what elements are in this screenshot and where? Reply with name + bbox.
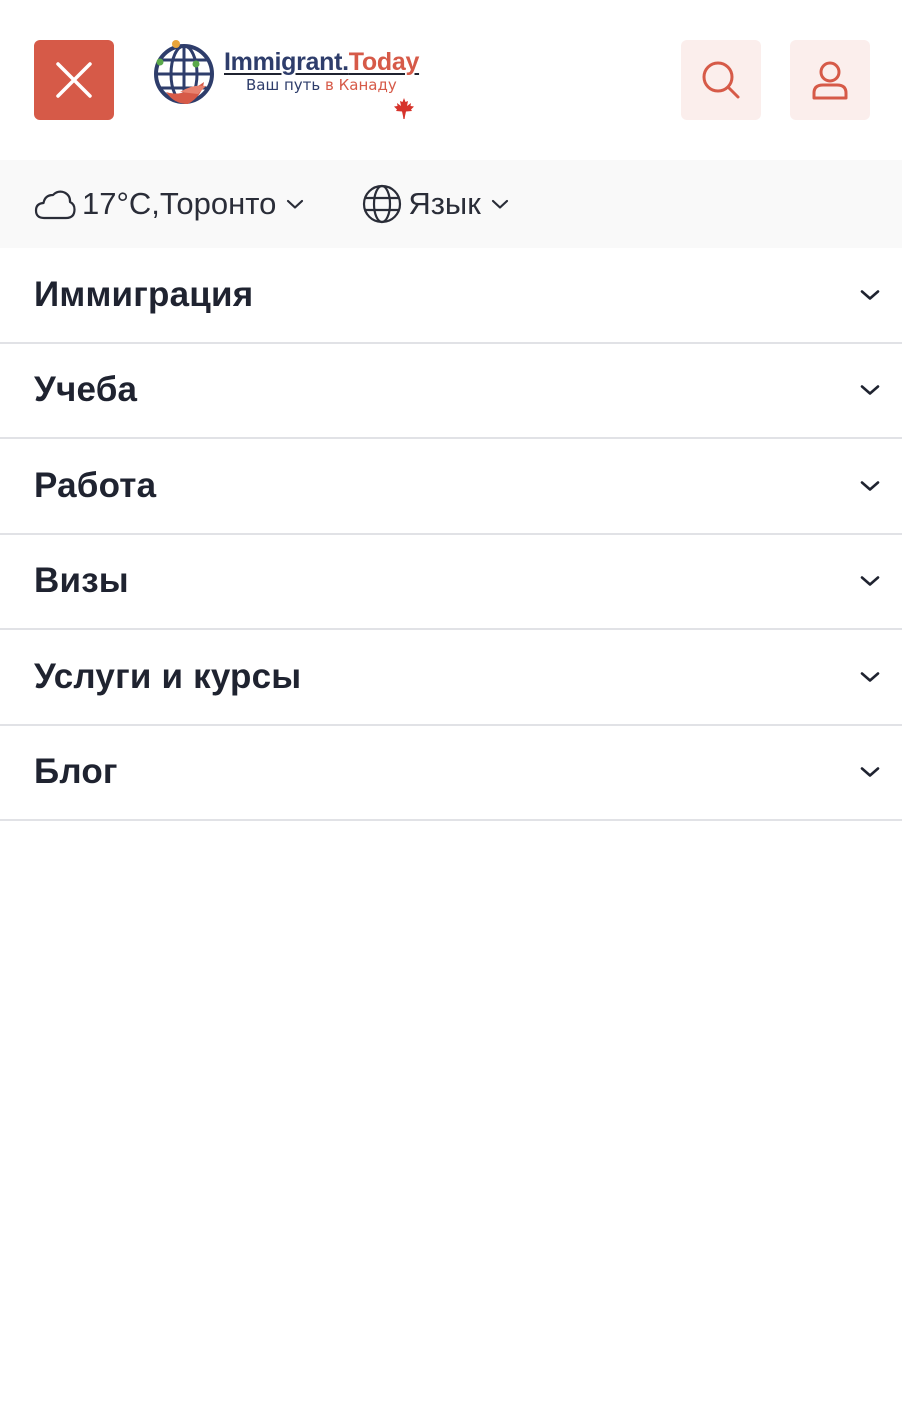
chevron-down-icon[interactable] <box>860 479 880 493</box>
menu-item-work[interactable]: Работа <box>0 439 902 535</box>
cloud-icon <box>34 190 76 220</box>
chevron-down-icon <box>491 199 508 209</box>
user-account-button[interactable] <box>790 40 870 120</box>
menu-item-visas[interactable]: Визы <box>0 535 902 630</box>
menu-item-blog[interactable]: Блог <box>0 726 902 821</box>
globe-icon <box>363 184 402 224</box>
close-icon <box>56 62 92 98</box>
chevron-down-icon[interactable] <box>860 288 880 302</box>
user-icon <box>812 61 848 100</box>
search-button[interactable] <box>681 40 761 120</box>
menu-item-label: Услуги и курсы <box>34 656 302 696</box>
chevron-down-icon[interactable] <box>860 670 880 684</box>
weather-label: 17°C,Торонто <box>82 186 277 221</box>
globe-logo-icon <box>154 40 214 104</box>
menu-item-immigration[interactable]: Иммиграция <box>0 248 902 344</box>
menu-item-services[interactable]: Услуги и курсы <box>0 630 902 726</box>
chevron-down-icon[interactable] <box>860 765 880 779</box>
weather-dropdown[interactable]: 17°C,Торонто <box>34 186 304 222</box>
chevron-down-icon[interactable] <box>860 383 880 397</box>
menu-item-label: Учеба <box>34 370 138 410</box>
language-label: Язык <box>408 186 481 221</box>
chevron-down-icon <box>287 199 304 209</box>
logo-text: Immigrant.Today Ваш путь в Канаду <box>224 48 424 119</box>
header: Immigrant.Today Ваш путь в Канаду <box>0 0 902 160</box>
menu-item-study[interactable]: Учеба <box>0 344 902 439</box>
logo-subtitle: Ваш путь в Канаду <box>246 76 397 94</box>
maple-leaf-icon <box>394 98 414 119</box>
main-menu: Иммиграция Учеба Работа Визы Услуги и ку… <box>0 248 902 821</box>
chevron-down-icon[interactable] <box>860 574 880 588</box>
search-icon <box>702 61 740 99</box>
language-dropdown[interactable]: Язык <box>362 184 508 224</box>
info-bar: 17°C,Торонто Язык <box>0 160 902 248</box>
menu-item-label: Иммиграция <box>34 274 254 314</box>
menu-item-label: Работа <box>34 465 157 505</box>
menu-item-label: Блог <box>34 752 118 792</box>
logo-title: Immigrant.Today <box>224 48 420 76</box>
site-logo[interactable]: Immigrant.Today Ваш путь в Канаду <box>152 38 424 124</box>
close-menu-button[interactable] <box>34 40 114 120</box>
menu-item-label: Визы <box>34 561 129 601</box>
